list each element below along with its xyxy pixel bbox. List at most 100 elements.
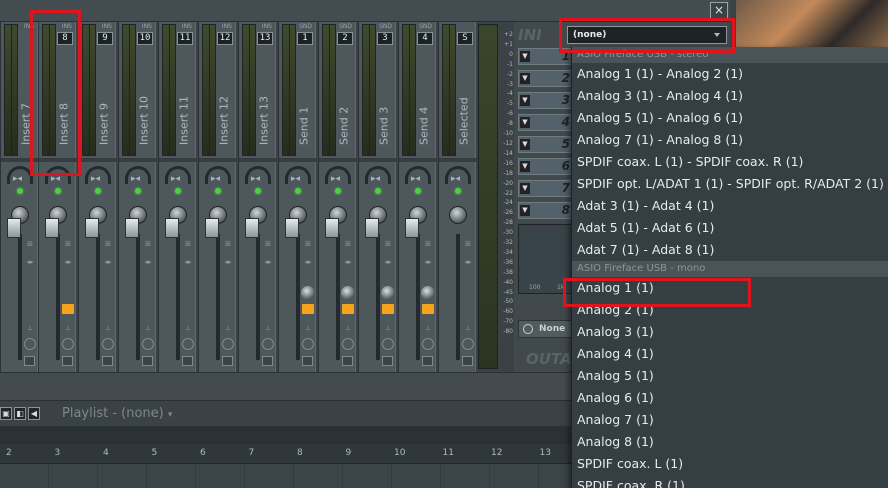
- volume-fader-track[interactable]: [376, 234, 380, 360]
- mixer-track[interactable]: INS 10 Insert 10 ▸◂ ⊞ ◂▸ ⟂: [118, 22, 157, 372]
- mixer-track[interactable]: SND 2 Send 2 ▸◂ ⊞ ◂▸ ⟂: [318, 22, 357, 372]
- swap-channels-icon[interactable]: ▸◂: [451, 174, 460, 184]
- slot-menu-icon[interactable]: ▼: [520, 161, 530, 172]
- route-to-icon[interactable]: [183, 306, 193, 314]
- swap-channels-icon[interactable]: ▸◂: [371, 174, 380, 184]
- enable-led-icon[interactable]: [375, 188, 381, 194]
- dropdown-item[interactable]: Adat 7 (1) - Adat 8 (1): [572, 239, 888, 261]
- enable-led-icon[interactable]: [295, 188, 301, 194]
- dropdown-item[interactable]: SPDIF coax. L (1) - SPDIF coax. R (1): [572, 151, 888, 173]
- fx-icon[interactable]: ⟂: [63, 324, 73, 332]
- slot-menu-icon[interactable]: ▼: [520, 95, 530, 106]
- route-to-icon[interactable]: [103, 306, 113, 314]
- slot-menu-icon[interactable]: ▼: [520, 139, 530, 150]
- route-to-icon[interactable]: [263, 306, 273, 314]
- enable-led-icon[interactable]: [175, 188, 181, 194]
- disk-icon[interactable]: [102, 356, 113, 366]
- track-number[interactable]: 11: [177, 32, 193, 45]
- track-number[interactable]: S: [457, 32, 473, 45]
- track-number[interactable]: 3: [377, 32, 393, 45]
- phase-icon[interactable]: ◂▸: [223, 258, 233, 266]
- volume-fader-track[interactable]: [456, 234, 460, 360]
- dropdown-item[interactable]: Analog 5 (1): [572, 365, 888, 387]
- routing-icon[interactable]: ⊞: [343, 240, 353, 248]
- routing-icon[interactable]: ⊞: [463, 240, 473, 248]
- send-level-knob[interactable]: [301, 286, 315, 300]
- phase-icon[interactable]: ◂▸: [303, 258, 313, 266]
- fx-icon[interactable]: ⟂: [343, 324, 353, 332]
- slot-menu-icon[interactable]: ▼: [520, 205, 530, 216]
- swap-channels-icon[interactable]: ▸◂: [91, 174, 100, 184]
- phase-icon[interactable]: ◂▸: [143, 258, 153, 266]
- mixer-track[interactable]: INS 11 Insert 11 ▸◂ ⊞ ◂▸ ⟂: [158, 22, 197, 372]
- volume-fader-track[interactable]: [136, 234, 140, 360]
- output-none-button[interactable]: None: [518, 320, 576, 338]
- track-name[interactable]: Send 2: [338, 107, 351, 145]
- view-icon[interactable]: ◧: [14, 407, 26, 420]
- phase-icon[interactable]: ◂▸: [383, 258, 393, 266]
- route-to-icon[interactable]: [342, 304, 354, 314]
- volume-fader-track[interactable]: [18, 234, 22, 360]
- close-button[interactable]: ×: [710, 2, 728, 19]
- dropdown-item[interactable]: Analog 1 (1) - Analog 2 (1): [572, 63, 888, 85]
- routing-icon[interactable]: ⊞: [383, 240, 393, 248]
- routing-icon[interactable]: ⊞: [423, 240, 433, 248]
- volume-fader-track[interactable]: [416, 234, 420, 360]
- fx-slot[interactable]: ▼ 8: [518, 202, 574, 219]
- fx-icon[interactable]: ⟂: [103, 324, 113, 332]
- track-number[interactable]: 10: [137, 32, 153, 45]
- enable-led-icon[interactable]: [135, 188, 141, 194]
- fx-icon[interactable]: ⟂: [463, 324, 473, 332]
- fx-icon[interactable]: ⟂: [423, 324, 433, 332]
- volume-fader-track[interactable]: [256, 234, 260, 360]
- clock-icon[interactable]: [62, 338, 74, 350]
- track-name[interactable]: Send 1: [298, 107, 311, 145]
- disk-icon[interactable]: [262, 356, 273, 366]
- track-name[interactable]: Send 3: [378, 107, 391, 145]
- volume-fader-track[interactable]: [96, 234, 100, 360]
- phase-icon[interactable]: ◂▸: [183, 258, 193, 266]
- route-to-icon[interactable]: [302, 304, 314, 314]
- phase-icon[interactable]: ◂▸: [63, 258, 73, 266]
- disk-icon[interactable]: [342, 356, 353, 366]
- mixer-track[interactable]: SND 1 Send 1 ▸◂ ⊞ ◂▸ ⟂: [278, 22, 317, 372]
- disk-icon[interactable]: [62, 356, 73, 366]
- route-to-icon[interactable]: [422, 304, 434, 314]
- fx-icon[interactable]: ⟂: [143, 324, 153, 332]
- volume-fader[interactable]: [245, 218, 259, 238]
- volume-fader-track[interactable]: [56, 234, 60, 360]
- slot-menu-icon[interactable]: ▼: [520, 183, 530, 194]
- clock-icon[interactable]: [24, 338, 36, 350]
- volume-fader-track[interactable]: [176, 234, 180, 360]
- volume-fader[interactable]: [165, 218, 179, 238]
- volume-fader[interactable]: [365, 218, 379, 238]
- volume-fader[interactable]: [85, 218, 99, 238]
- snap-icon[interactable]: ▣: [0, 407, 12, 420]
- mixer-track[interactable]: S Selected ▸◂ ⊞ ◂▸ ⟂: [438, 22, 477, 372]
- phase-icon[interactable]: ◂▸: [25, 258, 35, 266]
- swap-channels-icon[interactable]: ▸◂: [411, 174, 420, 184]
- track-number[interactable]: 13: [257, 32, 273, 45]
- enable-led-icon[interactable]: [335, 188, 341, 194]
- volume-fader[interactable]: [45, 218, 59, 238]
- phase-icon[interactable]: ◂▸: [263, 258, 273, 266]
- disk-icon[interactable]: [382, 356, 393, 366]
- volume-fader-track[interactable]: [216, 234, 220, 360]
- fx-slot[interactable]: ▼ 6: [518, 158, 574, 175]
- fx-slot[interactable]: ▼ 5: [518, 136, 574, 153]
- track-name[interactable]: Insert 12: [218, 96, 231, 145]
- swap-channels-icon[interactable]: ▸◂: [13, 174, 22, 184]
- slot-menu-icon[interactable]: ▼: [520, 117, 530, 128]
- enable-led-icon[interactable]: [17, 188, 23, 194]
- swap-channels-icon[interactable]: ▸◂: [251, 174, 260, 184]
- slot-menu-icon[interactable]: ▼: [520, 73, 530, 84]
- track-name[interactable]: Insert 10: [138, 96, 151, 145]
- enable-led-icon[interactable]: [255, 188, 261, 194]
- volume-fader[interactable]: [125, 218, 139, 238]
- dropdown-item[interactable]: Analog 7 (1): [572, 409, 888, 431]
- disk-icon[interactable]: [142, 356, 153, 366]
- fx-slot[interactable]: ▼ 4: [518, 114, 574, 131]
- track-number[interactable]: 2: [337, 32, 353, 45]
- clock-icon[interactable]: [382, 338, 394, 350]
- track-name[interactable]: Insert 11: [178, 96, 191, 145]
